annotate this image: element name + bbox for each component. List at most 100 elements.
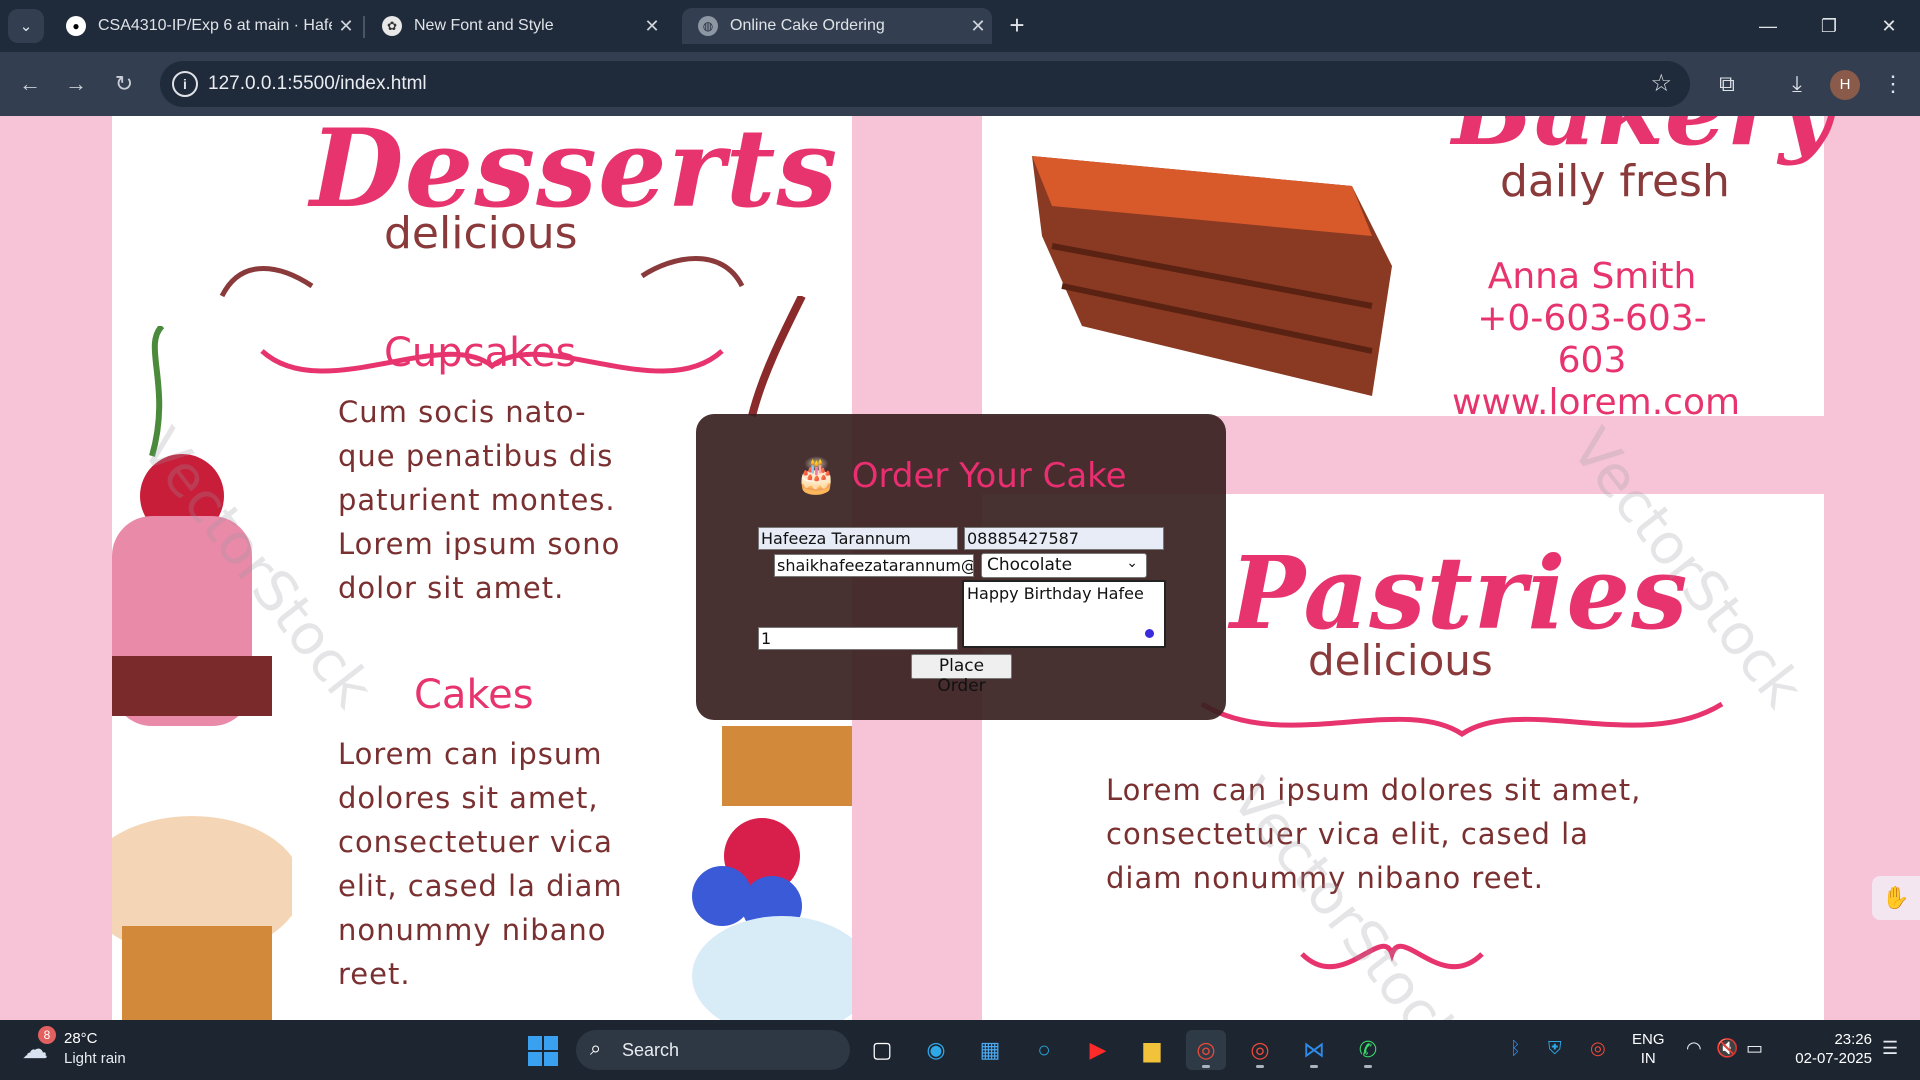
contact-website: www.lorem.com [1452, 382, 1741, 423]
close-icon[interactable]: ✕ [332, 16, 360, 37]
pastries-title: Pastries [1230, 534, 1689, 652]
tab-new-font[interactable]: ✿ New Font and Style ✕ [366, 8, 666, 44]
globe-icon: ◍ [698, 16, 718, 36]
language-indicator[interactable]: ENG IN [1632, 1030, 1665, 1068]
text-line: Lorem ipsum sono [338, 527, 621, 561]
battery-icon[interactable]: ▭ [1746, 1038, 1763, 1059]
wifi-icon[interactable]: ◠ [1686, 1038, 1702, 1059]
github-icon: ● [66, 16, 86, 36]
chrome-tray-icon[interactable]: ◎ [1590, 1038, 1606, 1059]
profile-avatar[interactable]: H [1830, 70, 1860, 100]
flavor-selected-value: Chocolate [987, 555, 1073, 575]
close-icon[interactable]: ✕ [638, 16, 666, 37]
region-code: IN [1640, 1050, 1656, 1067]
cupcakes-text: Cum socis nato- que penatibus dis paturi… [338, 390, 620, 610]
text-line: Cum socis nato- [338, 395, 587, 429]
message-textarea[interactable]: Happy Birthday Hafee [962, 580, 1166, 648]
grammar-indicator-icon[interactable] [1145, 629, 1154, 638]
file-explorer-icon[interactable]: ▆ [1132, 1030, 1172, 1070]
edge-icon[interactable]: ◉ [916, 1030, 956, 1070]
windows-taskbar: ☁ 8 28°C Light rain ⌕ Search ▢ ◉ ▦ ○ ▶ ▆… [0, 1020, 1920, 1080]
clock-time: 23:26 [1834, 1031, 1872, 1048]
tab-online-cake-ordering[interactable]: ◍ Online Cake Ordering ✕ [682, 8, 992, 44]
restore-icon[interactable]: ❐ [1806, 12, 1852, 40]
security-shield-icon[interactable]: ⛨ [1548, 1038, 1562, 1059]
notification-icon[interactable]: ☰ [1882, 1038, 1898, 1059]
running-indicator [1364, 1065, 1372, 1068]
text-line: que penatibus dis [338, 439, 614, 473]
contact-phone: +0-603-603-603 [1477, 298, 1707, 381]
minimize-icon[interactable]: — [1745, 12, 1791, 40]
text-line: Lorem can ipsum dolores sit amet, [1106, 773, 1642, 807]
cake-slice-illustration [1032, 156, 1392, 396]
windows-start-icon[interactable] [528, 1036, 558, 1066]
tab-search-button[interactable]: ⌄ [8, 9, 44, 43]
reload-icon[interactable]: ↻ [106, 66, 142, 102]
cakes-text: Lorem can ipsum dolores sit amet, consec… [338, 732, 623, 996]
chrome-profile-icon[interactable]: ◎ [1240, 1030, 1280, 1070]
tab-label: New Font and Style [414, 17, 554, 34]
ornament-flourish [1200, 701, 1724, 738]
store-icon[interactable]: ▦ [970, 1030, 1010, 1070]
tab-divider [363, 16, 365, 38]
text-line: dolor sit amet. [338, 571, 565, 605]
new-tab-button[interactable]: + [1003, 12, 1031, 40]
chrome-icon[interactable]: ◎ [1186, 1030, 1226, 1070]
text-line: Lorem can ipsum [338, 737, 603, 771]
volume-muted-icon[interactable]: 🔇 [1716, 1038, 1738, 1059]
taskbar-search[interactable]: ⌕ Search [576, 1030, 850, 1070]
bakery-subtitle: daily fresh [1500, 156, 1730, 207]
weather-description[interactable]: Light rain [64, 1050, 126, 1067]
close-icon[interactable]: ✕ [964, 16, 992, 37]
contact-name: Anna Smith [1487, 256, 1697, 297]
search-icon: ⌕ [590, 1038, 602, 1060]
url-text[interactable]: 127.0.0.1:5500/index.html [208, 73, 427, 95]
flavor-select[interactable]: Chocolate ⌄ [981, 553, 1147, 578]
system-clock[interactable]: 23:26 02-07-2025 [1780, 1030, 1872, 1068]
task-view-icon[interactable]: ▢ [862, 1030, 902, 1070]
extensions-icon[interactable]: ⧉ [1710, 68, 1744, 100]
close-window-icon[interactable]: ✕ [1866, 12, 1912, 40]
back-icon[interactable]: ← [12, 66, 48, 102]
text-line: dolores sit amet, [338, 781, 599, 815]
cake-icon: 🎂 [795, 456, 838, 496]
cakes-heading: Cakes [414, 672, 534, 718]
bakery-contact: Anna Smith +0-603-603-603 www.lorem.com [1452, 256, 1741, 424]
phone-input[interactable]: 08885427587 [964, 527, 1164, 550]
desserts-subtitle: delicious [384, 208, 578, 259]
order-form-modal: 🎂 Order Your Cake Hafeeza Tarannum 088854… [696, 414, 1226, 720]
language-code: ENG [1632, 1031, 1665, 1048]
message-value: Happy Birthday Hafee [967, 584, 1144, 603]
whatsapp-icon[interactable]: ✆ [1348, 1030, 1388, 1070]
browser-toolbar: ← → ↻ i 127.0.0.1:5500/index.html ☆ ⧉ ⤓ … [0, 52, 1920, 116]
side-extension-button[interactable]: ✋ [1872, 876, 1920, 920]
page-viewport: Desserts delicious Cupcakes Cum socis na… [0, 116, 1920, 1020]
site-info-icon[interactable]: i [172, 71, 198, 97]
cortana-icon[interactable]: ○ [1024, 1030, 1064, 1070]
browser-titlebar: ⌄ ● CSA4310-IP/Exp 6 at main · Hafeez ✕ … [0, 0, 1920, 52]
chevron-down-icon: ⌄ [1126, 555, 1138, 571]
vscode-icon[interactable]: ⋈ [1294, 1030, 1334, 1070]
weather-badge: 8 [38, 1026, 56, 1044]
order-form-title: 🎂 Order Your Cake [696, 456, 1226, 496]
tab-github[interactable]: ● CSA4310-IP/Exp 6 at main · Hafeez ✕ [50, 8, 360, 44]
bluetooth-icon[interactable]: ᛒ [1510, 1038, 1521, 1059]
quantity-input[interactable]: 1 [758, 627, 958, 650]
youtube-icon[interactable]: ▶ [1078, 1030, 1118, 1070]
download-icon[interactable]: ⤓ [1780, 68, 1814, 100]
text-line: reet. [338, 957, 411, 991]
hand-icon: ✋ [1882, 885, 1910, 910]
place-order-button[interactable]: Place Order [911, 654, 1012, 696]
text-line: consectetuer vica [338, 825, 613, 859]
name-input[interactable]: Hafeeza Tarannum [758, 527, 958, 550]
forward-icon[interactable]: → [58, 66, 94, 102]
text-line: elit, cased la diam [338, 869, 623, 903]
bakery-card: Bakery daily fresh Anna Smith +0-603-603… [982, 116, 1834, 423]
email-input[interactable]: shaikhafeezatarannum@ [774, 554, 974, 577]
address-bar[interactable]: i 127.0.0.1:5500/index.html ☆ [160, 61, 1690, 107]
pastries-text: Lorem can ipsum dolores sit amet, consec… [1106, 768, 1641, 900]
weather-temperature[interactable]: 28°C [64, 1030, 98, 1047]
running-indicator [1310, 1065, 1318, 1068]
menu-icon[interactable]: ⋮ [1876, 68, 1910, 100]
bookmark-star-icon[interactable]: ☆ [1650, 69, 1672, 98]
